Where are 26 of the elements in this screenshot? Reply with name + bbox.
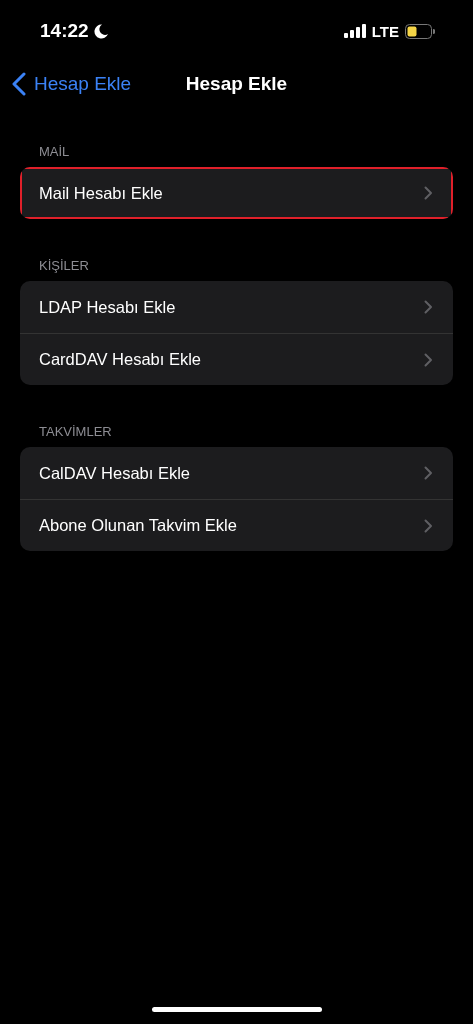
list-item[interactable]: Mail Hesabı Ekle (20, 167, 453, 219)
chevron-right-icon (424, 352, 433, 367)
list-item[interactable]: Abone Olunan Takvim Ekle (20, 499, 453, 551)
section-header: KİŞİLER (38, 257, 90, 275)
back-button[interactable]: Hesap Ekle (0, 72, 132, 96)
network-label: LTE (371, 22, 399, 40)
item-label: LDAP Hesabı Ekle (39, 297, 176, 317)
moon-icon (92, 23, 109, 39)
back-chevron-icon (12, 72, 26, 96)
item-label: Mail Hesabı Ekle (39, 183, 163, 203)
section-header: MAİL (38, 143, 71, 161)
item-label: CardDAV Hesabı Ekle (39, 350, 201, 369)
screen-title: Hesap Ekle (185, 73, 288, 95)
chevron-right-icon (424, 466, 433, 480)
list-item[interactable]: LDAP Hesabı Ekle (20, 281, 453, 333)
chevron-right-icon (424, 186, 433, 200)
chevron-right-icon (424, 518, 433, 533)
item-label: Abone Olunan Takvim Ekle (39, 516, 237, 535)
list-item[interactable]: CalDAV Hesabı Ekle (20, 447, 453, 499)
signal-icon (343, 24, 366, 38)
chevron-right-icon (424, 300, 433, 314)
list-item[interactable]: CardDAV Hesabı Ekle (20, 333, 453, 385)
battery-icon (405, 23, 435, 39)
item-label: CalDAV Hesabı Ekle (39, 463, 190, 483)
clock-time: 14:22 (40, 20, 89, 42)
section-header: TAKVİMLER (38, 423, 113, 441)
